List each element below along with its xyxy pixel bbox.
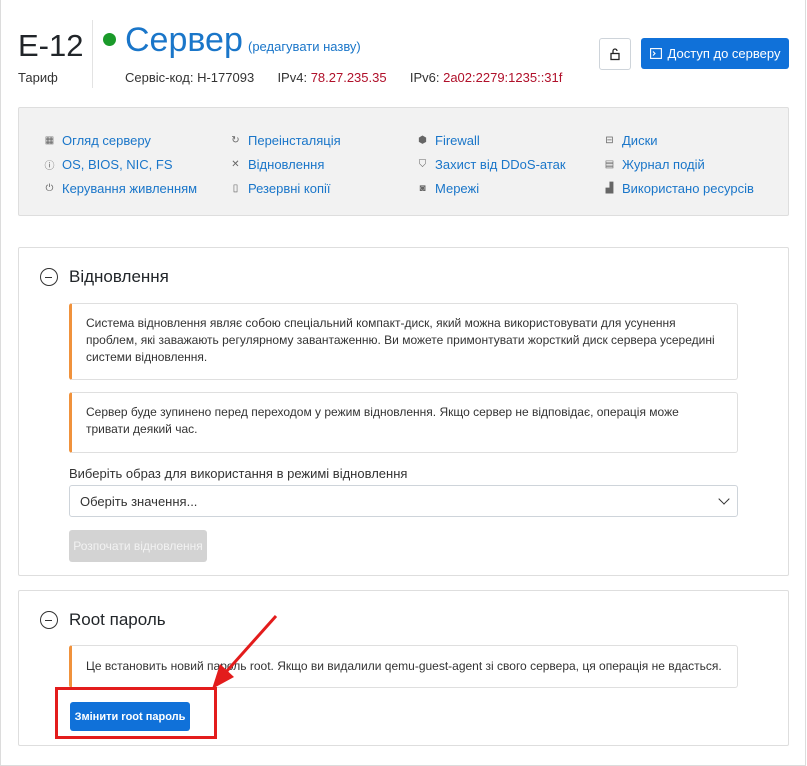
- service-code: H-177093: [197, 70, 255, 85]
- root-panel-header[interactable]: Root пароль: [40, 610, 166, 630]
- firewall-icon: ⬢: [418, 134, 427, 146]
- server-access-button[interactable]: Доступ до серверу: [641, 38, 789, 69]
- recovery-image-label: Виберіть образ для використання в режимі…: [69, 466, 408, 481]
- header-divider: [92, 20, 93, 88]
- annotation-highlight-box: [55, 687, 217, 739]
- collapse-icon[interactable]: [40, 268, 58, 286]
- nav-item-firewall[interactable]: ⬢ Firewall: [417, 128, 566, 152]
- recovery-panel-header[interactable]: Відновлення: [40, 267, 169, 287]
- nav-item-power[interactable]: ⏻ Керування живленням: [44, 176, 198, 200]
- root-title: Root пароль: [69, 610, 166, 629]
- recovery-title: Відновлення: [69, 267, 169, 286]
- rename-link[interactable]: (редагувати назву): [248, 39, 361, 54]
- nav-column-4: ⊟ Диски ▤ Журнал подій ▟ Використано ресурс…: [604, 128, 754, 200]
- collapse-icon[interactable]: [40, 611, 58, 629]
- recovery-warning-alert: Сервер буде зупинено перед переходом у р…: [69, 392, 738, 453]
- chevron-down-icon: [718, 493, 730, 505]
- reinstall-icon: ↻: [231, 134, 240, 146]
- nav-item-overview[interactable]: ▦ Огляд серверу: [44, 128, 197, 152]
- nav-item-disks[interactable]: ⊟ Диски: [604, 128, 754, 152]
- root-warning-alert: Це встановить новий пароль root. Якщо ви…: [69, 645, 738, 688]
- recovery-image-value: Оберіть значення...: [80, 493, 198, 509]
- file-icon: ▯: [232, 182, 239, 194]
- nav-item-reinstall[interactable]: ↻ Переінсталяція: [230, 128, 340, 152]
- ipv4-value: 78.27.235.35: [310, 70, 387, 85]
- plan-label: Тариф: [18, 70, 58, 85]
- disk-icon: ⊟: [605, 134, 614, 146]
- nav-item-os-bios[interactable]: ⓘ OS, BIOS, NIC, FS: [44, 152, 197, 176]
- shield-icon: ⛉: [418, 158, 427, 170]
- status-indicator: [103, 33, 116, 46]
- terminal-icon: [649, 48, 662, 59]
- dashboard-icon: ▦: [44, 134, 55, 146]
- nav-item-networks[interactable]: ◙ Мережі: [417, 176, 566, 200]
- tools-icon: ✕: [231, 158, 240, 170]
- plan-name: E-12: [18, 28, 84, 63]
- recovery-image-select[interactable]: Оберіть значення...: [69, 485, 738, 517]
- nav-column-1: ▦ Огляд серверу ⓘ OS, BIOS, NIC, FS ⏻ Керув…: [44, 128, 198, 200]
- nav-column-2: ↻ Переінсталяція ✕ Відновлення ▯ Резервні к…: [230, 128, 341, 200]
- log-icon: ▤: [604, 158, 615, 170]
- ipv6-label: IPv6:: [409, 70, 440, 85]
- server-meta: Сервіс-код: H-177093 IPv4: 78.27.235.35 …: [125, 70, 562, 85]
- server-name: Сервер: [125, 21, 243, 59]
- info-icon: ⓘ: [44, 160, 55, 172]
- network-icon: ◙: [419, 182, 426, 194]
- nav-item-recovery[interactable]: ✕ Відновлення: [230, 152, 341, 176]
- recovery-panel: Відновлення Система відновлення являє со…: [18, 247, 789, 576]
- service-code-label: Сервіс-код:: [125, 70, 194, 85]
- server-nav: ▦ Огляд серверу ⓘ OS, BIOS, NIC, FS ⏻ Керув…: [18, 107, 789, 216]
- nav-item-event-log[interactable]: ▤ Журнал подій: [604, 152, 754, 176]
- start-recovery-button[interactable]: Розпочати відновлення: [69, 530, 207, 562]
- recovery-info-alert: Система відновлення являє собою спеціаль…: [69, 303, 738, 380]
- lock-icon: [610, 48, 620, 61]
- power-icon: ⏻: [45, 182, 54, 194]
- lock-button[interactable]: [599, 38, 631, 70]
- chart-icon: ▟: [605, 182, 614, 194]
- ipv6-value: 2a02:2279:1235::31f: [443, 70, 563, 85]
- nav-item-backups[interactable]: ▯ Резервні копії: [230, 176, 341, 200]
- nav-column-3: ⬢ Firewall ⛉ Захист від DDoS-атак ◙ Мережі: [417, 128, 566, 200]
- nav-item-resources[interactable]: ▟ Використано ресурсів: [604, 176, 754, 200]
- nav-item-ddos[interactable]: ⛉ Захист від DDoS-атак: [417, 152, 566, 176]
- ipv4-label: IPv4:: [277, 70, 308, 85]
- server-access-label: Доступ до серверу: [667, 46, 781, 61]
